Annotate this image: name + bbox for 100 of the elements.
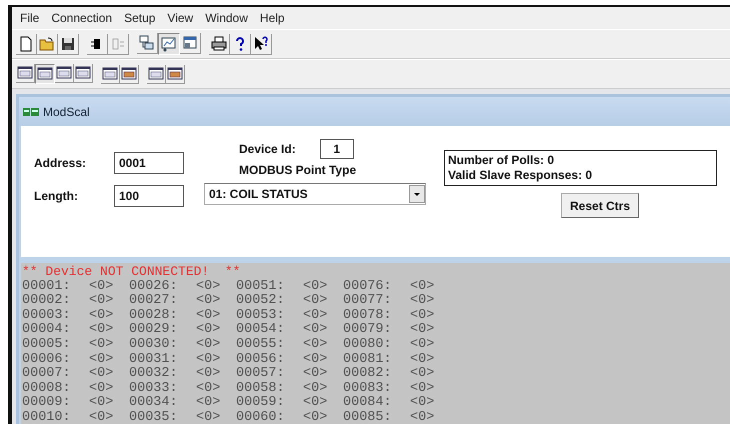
display-format-icon[interactable] [120, 64, 139, 84]
register-value: <0> [89, 280, 114, 294]
register-value: <0> [410, 382, 436, 396]
register-value: <0> [303, 367, 328, 382]
statistic-text: Number of Polls: 0 [448, 153, 556, 168]
register-address: 00078: [343, 308, 393, 323]
register-value: <0> [89, 382, 114, 396]
register-value: <0> [196, 308, 222, 323]
register-address: 00001: [22, 280, 72, 294]
register-value: <0> [410, 280, 436, 294]
register-address: 00081: [343, 352, 393, 367]
display-format-icon[interactable] [101, 64, 120, 84]
chart-icon[interactable] [158, 33, 180, 55]
reset-counters-button[interactable]: Reset Ctrs [561, 193, 640, 218]
register-address: 00035: [129, 410, 179, 424]
register-value: <0> [196, 396, 222, 411]
menu-item[interactable]: Setup [118, 11, 162, 25]
register-value: <0> [410, 410, 436, 424]
register-address: 00079: [343, 323, 393, 338]
register-address: 00077: [343, 294, 393, 309]
register-value: <0> [89, 410, 114, 424]
register-address: 00032: [129, 367, 179, 382]
display-format-icon[interactable] [55, 64, 74, 83]
register-address: 00027: [129, 294, 179, 309]
register-value: <0> [303, 352, 328, 367]
register-value: <0> [410, 338, 436, 353]
register-address: 00059: [236, 396, 286, 411]
register-address: 00057: [236, 367, 286, 382]
register-address: 00002: [22, 294, 72, 309]
device-id-label: Device Id: [239, 142, 296, 156]
register-value: <0> [89, 323, 114, 338]
register-value: <0> [89, 294, 114, 309]
display-format-icon[interactable] [147, 64, 166, 84]
register-address: 00008: [22, 382, 72, 396]
pointer-help-icon[interactable] [251, 34, 272, 54]
menu-item[interactable]: File [14, 11, 46, 25]
device-id-field[interactable]: 1 [320, 139, 354, 159]
plug-icon[interactable] [87, 34, 108, 54]
register-value: <0> [196, 294, 222, 309]
page-icon[interactable] [16, 34, 37, 54]
length-field[interactable]: 100 [114, 185, 184, 207]
register-address: 00034: [129, 396, 179, 411]
register-address: 00084: [343, 396, 393, 411]
register-address: 00005: [22, 338, 72, 353]
point-type-dropdown[interactable]: 01: COIL STATUS [204, 183, 426, 205]
register-address: 00003: [22, 308, 72, 323]
register-value: <0> [303, 410, 328, 424]
menu-item[interactable]: Help [254, 11, 291, 25]
register-value: <0> [303, 396, 328, 411]
register-address: 00051: [236, 280, 286, 294]
register-address: 00031: [129, 352, 179, 367]
address-field[interactable]: 0001 [114, 152, 184, 174]
menu-item[interactable]: Window [199, 11, 254, 25]
display-format-icon[interactable] [35, 64, 55, 84]
address-label: Address: [34, 156, 88, 170]
register-value: <0> [196, 280, 222, 294]
register-address: 00026: [129, 280, 179, 294]
register-value: <0> [303, 294, 328, 309]
register-address: 00058: [236, 382, 286, 396]
display-format-icon[interactable] [74, 64, 93, 83]
register-address: 00006: [22, 352, 72, 367]
register-address: 00083: [343, 382, 393, 396]
floppy-icon[interactable] [58, 34, 79, 54]
register-address: 00054: [236, 323, 286, 338]
register-value: <0> [410, 294, 436, 309]
register-value: <0> [303, 338, 328, 353]
menu-item[interactable]: View [161, 11, 200, 25]
register-value: <0> [89, 338, 114, 353]
window-icon [23, 106, 39, 116]
register-address: 00056: [236, 352, 286, 367]
register-value: <0> [410, 308, 436, 323]
register-value: <0> [410, 323, 436, 338]
register-address: 00052: [236, 294, 286, 309]
register-address: 00082: [343, 367, 393, 382]
register-address: 00028: [129, 308, 179, 323]
register-address: 00029: [129, 323, 179, 338]
register-value: <0> [410, 367, 436, 382]
printer-icon[interactable] [209, 34, 230, 54]
register-value: <0> [410, 352, 436, 367]
register-address: 00004: [22, 323, 72, 338]
register-address: 00033: [129, 382, 179, 396]
register-value: <0> [303, 323, 328, 338]
register-address: 00085: [343, 410, 393, 424]
register-value: <0> [410, 396, 436, 411]
folder-icon[interactable] [37, 34, 58, 54]
connection-status: ** Device NOT CONNECTED! ** [22, 265, 242, 280]
display-format-icon[interactable] [166, 64, 185, 84]
register-value: <0> [303, 308, 328, 323]
menu-item[interactable]: Connection [45, 11, 118, 25]
register-value: <0> [89, 396, 114, 411]
register-value: <0> [89, 352, 114, 367]
register-value: <0> [303, 382, 328, 396]
help-icon[interactable] [230, 34, 251, 54]
display-format-icon[interactable] [16, 64, 35, 83]
register-value: <0> [89, 308, 114, 323]
register-value: <0> [196, 382, 222, 396]
register-address: 00007: [22, 367, 72, 382]
window-icon[interactable] [180, 33, 201, 54]
register-address: 00060: [236, 410, 286, 424]
point-type-label: MODBUS Point Type [238, 163, 358, 177]
